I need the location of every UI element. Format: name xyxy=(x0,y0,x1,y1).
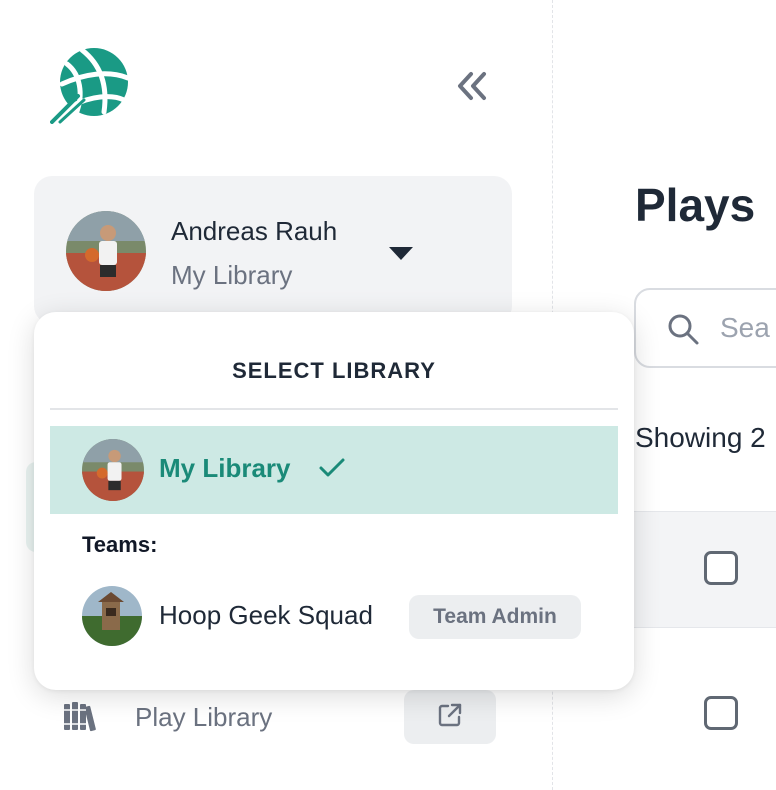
user-name: Andreas Rauh xyxy=(171,216,338,246)
divider xyxy=(50,408,618,410)
basketball-logo-icon[interactable] xyxy=(50,44,132,124)
search-placeholder: Sea xyxy=(720,312,770,343)
results-count: Showing 2 xyxy=(635,422,766,453)
library-option-my-library[interactable]: My Library xyxy=(50,426,618,514)
teams-heading: Teams: xyxy=(82,532,158,557)
page-title: Plays xyxy=(635,179,756,231)
search-input[interactable]: Sea xyxy=(634,288,776,368)
library-option-label: My Library xyxy=(159,453,291,483)
sidebar-item-play-library[interactable]: Play Library xyxy=(60,690,500,744)
collapse-sidebar-button[interactable] xyxy=(452,70,492,106)
dropdown-title: SELECT LIBRARY xyxy=(232,358,436,383)
user-avatar xyxy=(66,211,146,291)
books-icon xyxy=(62,700,96,732)
check-icon xyxy=(318,456,346,480)
caret-down-icon xyxy=(388,246,414,262)
search-icon xyxy=(666,312,700,346)
team-avatar xyxy=(82,586,142,646)
external-link-icon xyxy=(437,702,463,733)
double-chevron-left-icon xyxy=(456,71,488,106)
open-external-button[interactable] xyxy=(404,690,496,744)
row-checkbox[interactable] xyxy=(704,696,738,730)
team-name: Hoop Geek Squad xyxy=(159,600,373,630)
select-all-checkbox[interactable] xyxy=(704,551,738,585)
library-select-dropdown: SELECT LIBRARY My Library Teams: Hoop Ge… xyxy=(34,312,634,690)
user-avatar xyxy=(82,439,144,501)
current-library-label: My Library xyxy=(171,260,293,290)
library-switcher[interactable]: Andreas Rauh My Library xyxy=(34,176,512,324)
sidebar-item-label: Play Library xyxy=(135,702,273,732)
library-option-team[interactable]: Hoop Geek Squad Team Admin xyxy=(82,586,602,648)
role-badge: Team Admin xyxy=(409,595,581,639)
